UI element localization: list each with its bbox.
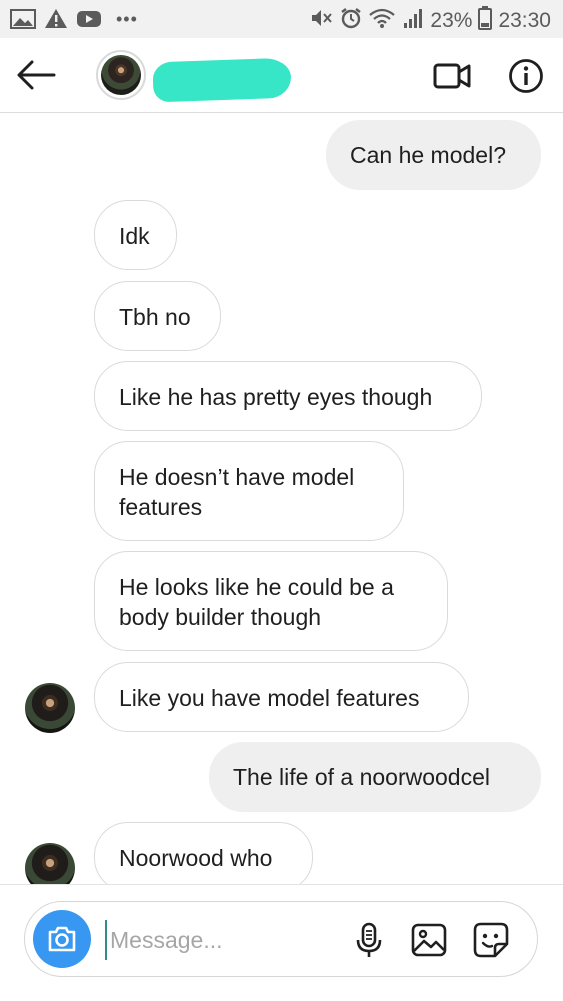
message-composer (24, 901, 538, 977)
composer-bar (0, 884, 563, 1001)
message-incoming[interactable]: Noorwood who (94, 822, 313, 892)
redacted-contact-name[interactable] (152, 57, 292, 103)
more-dots-icon: ••• (116, 8, 138, 29)
signal-icon (402, 7, 424, 35)
message-outgoing[interactable]: The life of a noorwoodcel (209, 742, 541, 812)
alarm-icon (340, 7, 362, 35)
gallery-notification-icon (10, 8, 36, 34)
sticker-button[interactable] (471, 920, 511, 960)
message-incoming[interactable]: Tbh no (94, 281, 221, 351)
camera-icon (48, 926, 76, 952)
voice-message-button[interactable] (349, 920, 389, 960)
contact-avatar[interactable] (96, 50, 146, 100)
message-incoming[interactable]: Like he has pretty eyes though (94, 361, 482, 431)
youtube-icon (76, 9, 102, 34)
microphone-icon (356, 922, 382, 957)
mute-icon (310, 7, 334, 35)
status-bar: ••• 23% 23:30 (0, 0, 563, 38)
clock: 23:30 (498, 9, 551, 32)
conversation-header (0, 38, 563, 113)
gallery-button[interactable] (409, 920, 449, 960)
camera-button[interactable] (33, 910, 91, 968)
sender-avatar[interactable] (25, 683, 75, 733)
message-incoming[interactable]: He doesn’t have model features (94, 441, 404, 541)
info-icon (509, 59, 543, 93)
status-bar-system: 23% 23:30 (310, 6, 551, 36)
info-button[interactable] (508, 58, 544, 94)
video-call-button[interactable] (432, 58, 472, 94)
wifi-icon (368, 7, 396, 35)
message-incoming[interactable]: He looks like he could be a body builder… (94, 551, 448, 651)
battery-percent: 23% (430, 9, 473, 32)
warning-icon (44, 8, 68, 34)
gallery-icon (411, 923, 447, 957)
back-arrow-icon (17, 60, 56, 90)
message-input[interactable] (105, 920, 352, 960)
message-outgoing[interactable]: Can he model? (326, 120, 541, 190)
status-bar-notifications: ••• (10, 8, 138, 34)
sticker-icon (473, 922, 509, 958)
message-incoming[interactable]: Idk (94, 200, 177, 270)
back-button[interactable] (14, 55, 58, 95)
battery-icon (478, 6, 493, 36)
video-call-icon (433, 63, 471, 89)
contact-avatar-image (101, 55, 141, 95)
message-incoming[interactable]: Like you have model features (94, 662, 469, 732)
